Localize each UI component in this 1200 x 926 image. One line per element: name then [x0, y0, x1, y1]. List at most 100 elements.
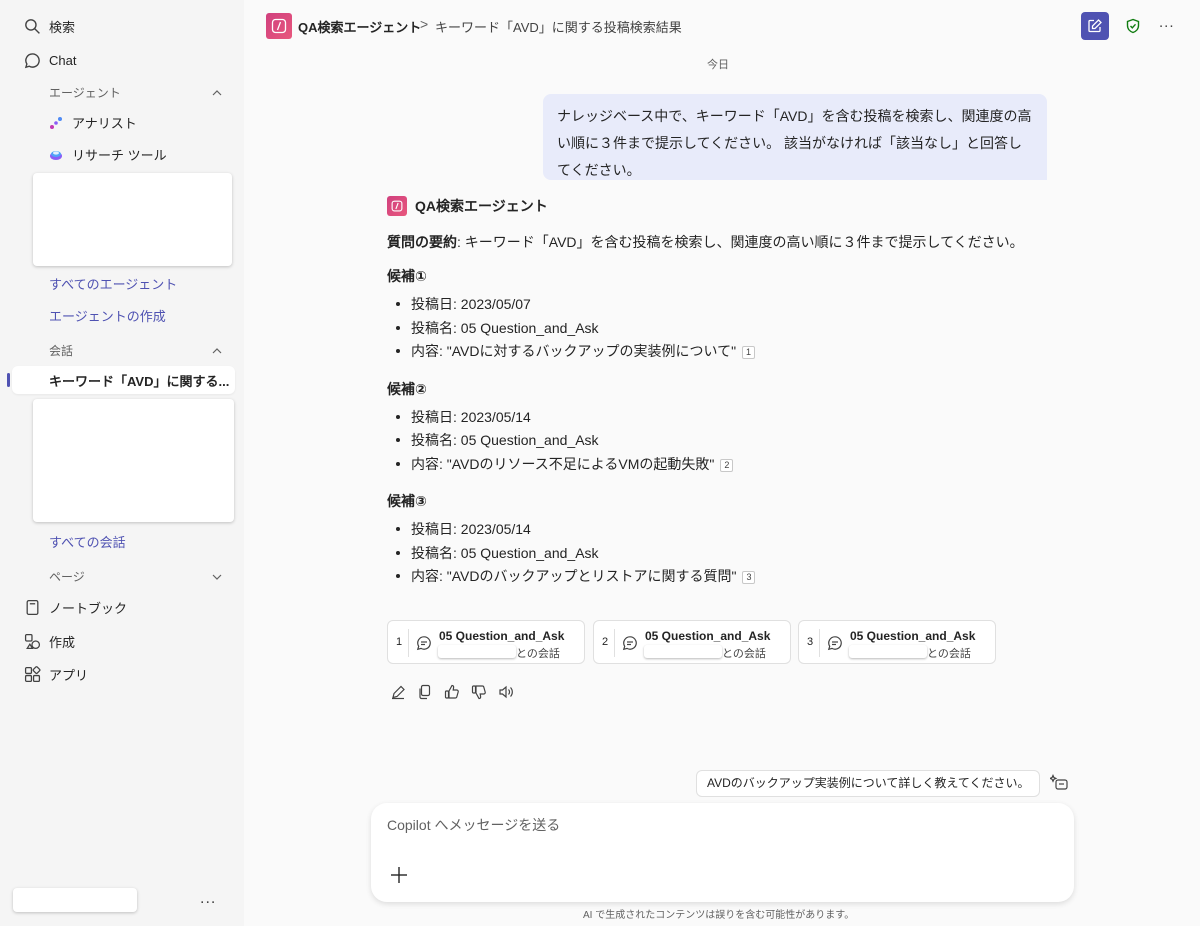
create-agent-link[interactable]: エージェントの作成	[49, 306, 166, 325]
chevron-up-icon	[212, 347, 222, 353]
chat-bubble-icon	[622, 636, 637, 651]
candidate-list: 投稿日: 2023/05/14 投稿名: 05 Question_and_Ask…	[387, 519, 1047, 590]
create-button[interactable]: 作成	[24, 629, 75, 653]
shield-check-icon	[1126, 18, 1140, 34]
reference-card[interactable]: 1 05 Question_and_Ask との会話	[387, 620, 585, 664]
redacted-agent-list	[33, 173, 232, 266]
agent-item-analyst[interactable]: アナリスト	[49, 113, 137, 132]
search-label: 検索	[49, 19, 76, 35]
candidate-title: 候補③	[387, 493, 427, 509]
thumbs-up-icon	[444, 684, 459, 699]
redacted-name	[644, 645, 722, 658]
chevron-up-icon	[212, 89, 222, 95]
search-icon	[25, 18, 40, 34]
reference-title: 05 Question_and_Ask	[439, 629, 565, 643]
conversations-section-header[interactable]: 会話	[49, 342, 223, 359]
notebook-button[interactable]: ノートブック	[24, 595, 127, 619]
header-agent-name[interactable]: QA検索エージェント	[298, 17, 421, 36]
chat-bubble-icon	[416, 636, 431, 651]
speaker-icon	[499, 685, 513, 699]
notebook-icon	[26, 599, 39, 615]
reference-title: 05 Question_and_Ask	[645, 629, 771, 643]
search-button[interactable]: 検索	[24, 14, 75, 38]
apps-label: アプリ	[49, 667, 89, 683]
chat-label: Chat	[49, 52, 77, 68]
message-input[interactable]	[387, 817, 1047, 833]
apps-button[interactable]: アプリ	[24, 662, 88, 686]
suggestions-sparkle-icon[interactable]	[1050, 773, 1070, 793]
summary-text: : キーワード「AVD」を含む投稿を検索し、関連度の高い順に３件まで提示してくだ…	[457, 234, 1024, 250]
user-message-bubble: ナレッジベース中で、キーワード「AVD」を含む投稿を検索し、関連度の高い順に３件…	[543, 94, 1047, 180]
reference-card[interactable]: 2 05 Question_and_Ask との会話	[593, 620, 791, 664]
divider	[614, 629, 615, 657]
response-actions	[389, 683, 515, 701]
like-button[interactable]	[443, 683, 461, 701]
reference-number: 2	[602, 636, 609, 648]
new-chat-button[interactable]	[1081, 12, 1109, 40]
candidate-list: 投稿日: 2023/05/14 投稿名: 05 Question_and_Ask…	[387, 407, 1047, 478]
sidebar-more-button[interactable]: ...	[200, 890, 216, 908]
copy-button[interactable]	[416, 683, 434, 701]
citation-marker[interactable]: 1	[742, 346, 756, 359]
candidate-title: 候補①	[387, 268, 427, 284]
reference-subtitle: との会話	[927, 648, 971, 660]
breadcrumb-title: キーワード「AVD」に関する投稿検索結果	[435, 20, 682, 35]
summary-label: 質問の要約	[387, 234, 457, 250]
agent-item-research-tool[interactable]: リサーチ ツール	[49, 145, 167, 164]
plus-icon[interactable]	[389, 865, 409, 885]
citation-marker[interactable]: 3	[742, 571, 756, 584]
candidate-name: 投稿名: 05 Question_and_Ask	[387, 543, 1047, 567]
agents-section-header[interactable]: エージェント	[49, 84, 223, 101]
chat-icon	[24, 52, 40, 68]
active-indicator	[7, 373, 10, 387]
agents-section-label: エージェント	[49, 86, 121, 100]
thumbs-down-icon	[471, 685, 486, 700]
response-summary: 質問の要約: キーワード「AVD」を含む投稿を検索し、関連度の高い順に３件まで提…	[387, 232, 1047, 252]
all-conversations-link[interactable]: すべての会話	[49, 532, 126, 551]
analyst-icon	[50, 116, 62, 129]
candidate-date: 投稿日: 2023/05/14	[387, 519, 1047, 543]
reference-subtitle: との会話	[516, 648, 560, 660]
agent-label: アナリスト	[72, 116, 137, 131]
candidate-name: 投稿名: 05 Question_and_Ask	[387, 430, 1047, 454]
redacted-name	[438, 645, 516, 658]
reference-number: 3	[807, 636, 814, 648]
copy-icon	[419, 684, 431, 700]
create-label: 作成	[49, 634, 76, 650]
apps-icon	[24, 665, 41, 682]
redacted-conversation-list	[33, 399, 234, 522]
conversation-item-active[interactable]: キーワード「AVD」に関する...	[12, 366, 235, 394]
agent-logo-icon	[387, 196, 407, 216]
date-divider: 今日	[707, 59, 729, 71]
agent-logo-icon	[266, 13, 292, 39]
reference-number: 1	[396, 636, 403, 648]
protection-button[interactable]	[1121, 14, 1145, 38]
user-profile-button[interactable]	[13, 888, 137, 912]
citation-marker[interactable]: 2	[720, 458, 734, 472]
header-more-button[interactable]: ...	[1159, 14, 1175, 31]
chat-bubble-icon	[827, 636, 842, 651]
candidate-content: 内容: "AVDのバックアップとリストアに関する質問" 3	[387, 566, 1047, 590]
create-icon	[24, 633, 41, 649]
divider	[408, 629, 409, 657]
chat-button[interactable]: Chat	[24, 48, 76, 72]
read-aloud-button[interactable]	[497, 683, 515, 701]
dislike-button[interactable]	[470, 683, 488, 701]
edit-in-pages-button[interactable]	[389, 683, 407, 701]
suggested-prompt[interactable]: AVDのバックアップ実装例について詳しく教えてください。	[696, 770, 1041, 797]
all-agents-link[interactable]: すべてのエージェント	[49, 274, 177, 293]
candidate-content: 内容: "AVDのリソース不足によるVMの起動失敗" 2	[387, 454, 1047, 478]
pages-icon	[392, 685, 405, 700]
response-header: QA検索エージェント	[387, 196, 1047, 216]
divider	[819, 629, 820, 657]
candidate-title: 候補②	[387, 380, 427, 397]
redacted-name	[849, 645, 927, 658]
chevron-down-icon	[212, 574, 222, 580]
message-composer	[371, 803, 1074, 902]
candidate-list: 投稿日: 2023/05/07 投稿名: 05 Question_and_Ask…	[387, 294, 1047, 365]
agent-response: QA検索エージェント 質問の要約: キーワード「AVD」を含む投稿を検索し、関連…	[387, 196, 1047, 590]
main-panel: QA検索エージェント > キーワード「AVD」に関する投稿検索結果 ... 今日…	[244, 0, 1200, 926]
reference-card[interactable]: 3 05 Question_and_Ask との会話	[798, 620, 996, 664]
pages-section-header[interactable]: ページ	[49, 568, 223, 585]
sidebar: 検索 Chat エージェント アナリスト リサーチ ツール すべてのエージェント…	[0, 0, 244, 926]
